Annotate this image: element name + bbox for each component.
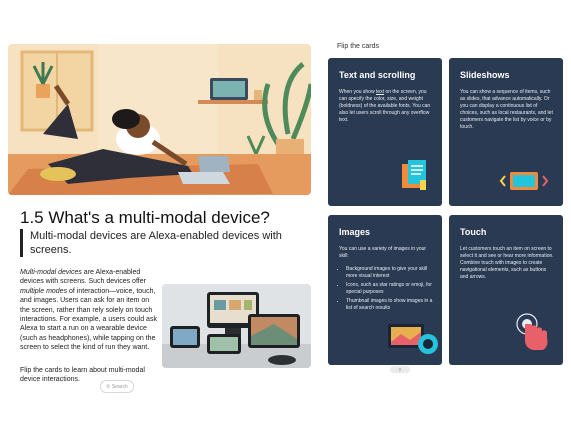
cards-header: Flip the cards: [337, 43, 380, 50]
search-icon: ⚲: [106, 383, 110, 390]
image-gallery-icon: [386, 318, 440, 363]
card-description: When you show text on the screen, you ca…: [339, 89, 433, 124]
document-icon: [400, 158, 430, 199]
card-slideshows[interactable]: Slideshows You can show a sequence of it…: [449, 58, 563, 206]
card-title: Images: [339, 227, 371, 237]
card-touch[interactable]: Touch Let customers touch an item on scr…: [449, 215, 563, 365]
cards-search-button[interactable]: ⚲: [390, 366, 410, 373]
term-multiple-modes: multiple modes: [20, 287, 68, 295]
body-text-part: of interaction—voice, touch, and images.…: [20, 287, 157, 352]
card-bullet-list: Background images to give your skill mor…: [339, 266, 434, 312]
flip-instruction: Flip the cards to learn about multi-moda…: [20, 367, 145, 384]
card-images[interactable]: Images You can use a variety of images i…: [328, 215, 442, 365]
touch-hand-icon: [511, 310, 555, 359]
search-label: Search: [111, 383, 128, 390]
card-description: You can show a sequence of items, such a…: [460, 89, 553, 130]
card-description: You can use a variety of images in your …: [339, 246, 434, 314]
list-item: Thumbnail images to show images in a lis…: [346, 298, 434, 312]
card-text-part: When you show: [339, 89, 376, 95]
page-title: 1.5 What's a multi-modal device?: [20, 208, 270, 227]
card-title: Text and scrolling: [339, 70, 416, 80]
subtitle-quote: Multi-modal devices are Alexa-enabled de…: [20, 229, 320, 257]
list-item: Background images to give your skill mor…: [346, 266, 434, 280]
text-link: text: [375, 89, 385, 95]
card-title: Slideshows: [460, 70, 510, 80]
search-button[interactable]: ⚲ Search: [100, 380, 134, 393]
devices-photo: [162, 284, 311, 368]
hero-illustration: [8, 44, 311, 195]
search-icon: ⚲: [398, 367, 402, 372]
card-text-and-scrolling[interactable]: Text and scrolling When you show text on…: [328, 58, 442, 206]
list-item: Icons, such as star ratings or emoji, fo…: [346, 282, 434, 296]
slideshow-icon: [499, 170, 549, 197]
body-paragraph: Multi-modal devices are Alexa-enabled de…: [20, 268, 158, 353]
card-description: Let customers touch an item on screen to…: [460, 246, 554, 280]
term-multi-modal: Multi-modal devices: [20, 269, 82, 276]
card-intro: You can use a variety of images in your …: [339, 246, 427, 259]
card-title: Touch: [460, 227, 487, 237]
